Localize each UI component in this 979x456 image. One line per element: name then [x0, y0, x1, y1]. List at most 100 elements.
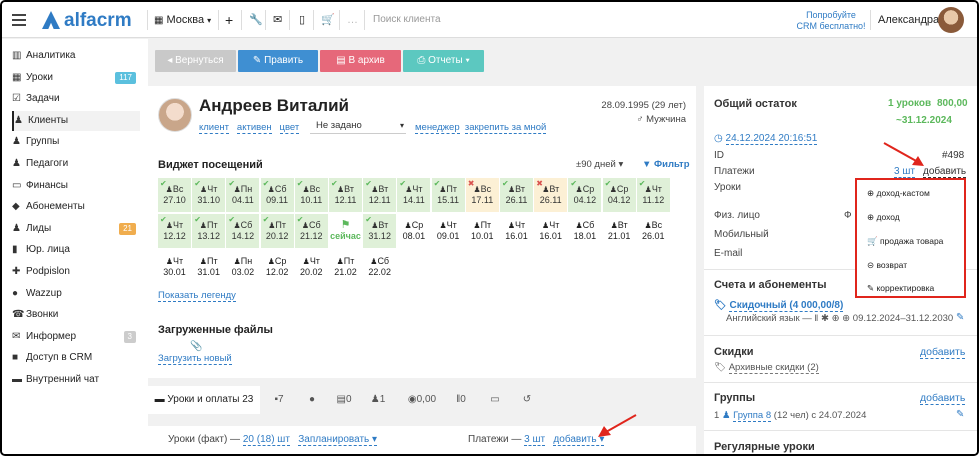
attendance-cell[interactable]: ✔ ♟Вт 12.11: [329, 178, 362, 212]
attendance-cell[interactable]: ✖ ♟Вс 17.11: [465, 178, 499, 212]
sidebar-item-1[interactable]: ▦ Уроки 117: [12, 68, 140, 88]
archive-discounts[interactable]: 🏷 Архивные скидки (2): [714, 362, 819, 374]
manager-link[interactable]: менеджер: [415, 122, 460, 134]
client-color[interactable]: цвет: [279, 122, 300, 134]
menu-item-refund[interactable]: ⊝ возврат: [867, 258, 907, 272]
filter-button[interactable]: ▼ Фильтр: [642, 159, 690, 170]
mail-icon[interactable]: ✉: [273, 2, 282, 38]
attendance-cell[interactable]: ♟Пт 21.02: [329, 250, 362, 284]
archive-button[interactable]: ▤ В архив: [320, 50, 401, 72]
attendance-cell[interactable]: ♟Чт 16.01: [500, 214, 533, 248]
tab-history[interactable]: ↺: [518, 386, 536, 414]
tab-pause[interactable]: ǁ0: [450, 386, 472, 414]
attendance-cell[interactable]: ✔ ♟Сб 09.11: [260, 178, 294, 212]
edit-button[interactable]: ✎ Править: [238, 50, 318, 72]
sidebar-item-15[interactable]: ▬ Внутренний чат: [12, 370, 140, 390]
attendance-cell[interactable]: ♟Сб 18.01: [568, 214, 602, 248]
sidebar-item-7[interactable]: ◆ Абонементы: [12, 197, 140, 217]
logo[interactable]: alfacrm: [42, 10, 132, 32]
group-link[interactable]: ♟ Группа 8: [722, 410, 772, 422]
sidebar-item-2[interactable]: ☑ Задачи: [12, 89, 140, 109]
attendance-cell[interactable]: ♟Чт 30.01: [158, 250, 191, 284]
sidebar-item-3[interactable]: ♟ Клиенты: [12, 110, 140, 131]
discounts-add[interactable]: добавить: [920, 346, 966, 359]
edit-group-icon[interactable]: ✎: [956, 409, 964, 420]
attendance-cell[interactable]: ♟Пт 10.01: [465, 214, 499, 248]
attendance-cell[interactable]: ✔ ♟Вт 31.12: [363, 214, 397, 248]
edit-subscription-icon[interactable]: ✎: [956, 312, 964, 323]
avatar[interactable]: [938, 7, 964, 33]
cart-icon[interactable]: 🛒: [321, 2, 335, 38]
tab-balance[interactable]: ◉0,00: [402, 386, 442, 414]
sidebar-item-14[interactable]: ■ Доступ в CRM: [12, 348, 140, 368]
plan-button[interactable]: Запланировать ▾: [298, 434, 378, 446]
attendance-cell[interactable]: ♟Ср 08.01: [397, 214, 431, 248]
tab-card[interactable]: ▭: [486, 386, 504, 414]
payments-link[interactable]: 3 шт: [524, 434, 546, 446]
attendance-cell[interactable]: ✔ ♟Вт 26.11: [500, 178, 533, 212]
subscription-link[interactable]: 🏷 Скидочный (4 000,00/8): [714, 300, 844, 312]
attendance-cell[interactable]: ✔ ♟Пт 20.12: [260, 214, 294, 248]
attendance-cell[interactable]: ♟Вт 21.01: [602, 214, 636, 248]
tab-docs[interactable]: ▤0: [330, 386, 358, 414]
sidebar-item-8[interactable]: ♟ Лиды 21: [12, 219, 140, 239]
client-type[interactable]: клиент: [199, 122, 229, 134]
wrench-icon[interactable]: 🔧: [249, 2, 263, 38]
user-name[interactable]: Александра: [878, 2, 939, 38]
plus-icon[interactable]: +: [225, 2, 233, 38]
sidebar-item-4[interactable]: ♟ Группы: [12, 132, 140, 152]
sidebar-item-13[interactable]: ✉ Информер 3: [12, 327, 140, 347]
attendance-cell[interactable]: ✔ ♟Вт 12.11: [363, 178, 397, 212]
menu-item-sale[interactable]: 🛒 продажа товара: [867, 234, 943, 248]
attendance-cell[interactable]: ✔ ♟Чт 31.10: [192, 178, 226, 212]
sidebar-item-5[interactable]: ♟ Педагоги: [12, 154, 140, 174]
menu-item-income[interactable]: ⊕ доход: [867, 210, 900, 224]
period-select[interactable]: ±90 дней ▾: [576, 159, 623, 170]
sidebar-item-9[interactable]: ▮ Юр. лица: [12, 240, 140, 260]
sidebar-item-0[interactable]: ▥ Аналитика: [12, 46, 140, 66]
sidebar-item-12[interactable]: ☎ Звонки: [12, 305, 140, 325]
attendance-cell[interactable]: ✔ ♟Пт 15.11: [431, 178, 465, 212]
attendance-cell[interactable]: ✔ ♟Ср 04.12: [602, 178, 636, 212]
menu-item-income-custom[interactable]: ⊕ доход-кастом: [867, 186, 930, 200]
mobile-icon[interactable]: ▯: [299, 2, 305, 38]
assign-link[interactable]: закрепить за мной: [464, 122, 547, 134]
legend-link[interactable]: Показать легенду: [158, 290, 236, 302]
attendance-cell[interactable]: ♟Чт 16.01: [534, 214, 568, 248]
promo-link[interactable]: Попробуйте CRM бесплатно!: [796, 10, 866, 32]
sidebar-item-6[interactable]: ▭ Финансы: [12, 176, 140, 196]
groups-add[interactable]: добавить: [920, 392, 966, 405]
tab-comments[interactable]: ▪7: [264, 386, 294, 414]
attendance-cell[interactable]: ♟Пт 31.01: [192, 250, 226, 284]
attendance-cell[interactable]: ✔ ♟Вс 27.10: [158, 178, 191, 212]
timestamp-link[interactable]: ◷ 24.12.2024 20:16:51: [714, 133, 818, 145]
attendance-cell[interactable]: ♟Чт 20.02: [294, 250, 328, 284]
attendance-cell[interactable]: ✔ ♟Сб 21.12: [294, 214, 328, 248]
attendance-cell[interactable]: ⚑ сейчас: [329, 214, 362, 248]
attendance-cell[interactable]: ✔ ♟Чт 14.11: [397, 178, 431, 212]
lessons-fact-link[interactable]: 20 (18) шт: [242, 434, 290, 446]
attendance-cell[interactable]: ♟Чт 09.01: [431, 214, 465, 248]
attendance-cell[interactable]: ✔ ♟Чт 12.12: [158, 214, 191, 248]
upload-link[interactable]: Загрузить новый: [158, 353, 232, 365]
attendance-cell[interactable]: ✔ ♟Сб 14.12: [226, 214, 260, 248]
sidebar-item-10[interactable]: ✚ Podpislon: [12, 262, 140, 282]
more-icon[interactable]: …: [347, 2, 358, 38]
attendance-cell[interactable]: ♟Сб 22.02: [363, 250, 397, 284]
attendance-cell[interactable]: ✔ ♟Вс 10.11: [294, 178, 328, 212]
attendance-cell[interactable]: ✖ ♟Вт 26.11: [534, 178, 568, 212]
client-status[interactable]: активен: [236, 122, 272, 134]
attendance-cell[interactable]: ♟Вс 26.01: [636, 214, 670, 248]
tab-lessons-payments[interactable]: ▬ Уроки и оплаты 23: [148, 386, 260, 414]
attendance-cell[interactable]: ✔ ♟Чт 11.12: [636, 178, 670, 212]
city-select[interactable]: ▦ Москва ▾: [154, 2, 211, 38]
attendance-cell[interactable]: ✔ ♟Пт 13.12: [192, 214, 226, 248]
back-button[interactable]: ◂ Вернуться: [155, 50, 236, 72]
menu-icon[interactable]: [12, 14, 26, 26]
menu-item-correction[interactable]: ✎ корректировка: [867, 281, 934, 295]
search-input[interactable]: Поиск клиента: [373, 2, 441, 38]
tab-users[interactable]: ♟1: [366, 386, 390, 414]
attendance-cell[interactable]: ♟Ср 12.02: [260, 250, 294, 284]
attendance-cell[interactable]: ✔ ♟Пн 04.11: [226, 178, 260, 212]
reports-button[interactable]: ⎙ Отчеты ▾: [403, 50, 484, 72]
